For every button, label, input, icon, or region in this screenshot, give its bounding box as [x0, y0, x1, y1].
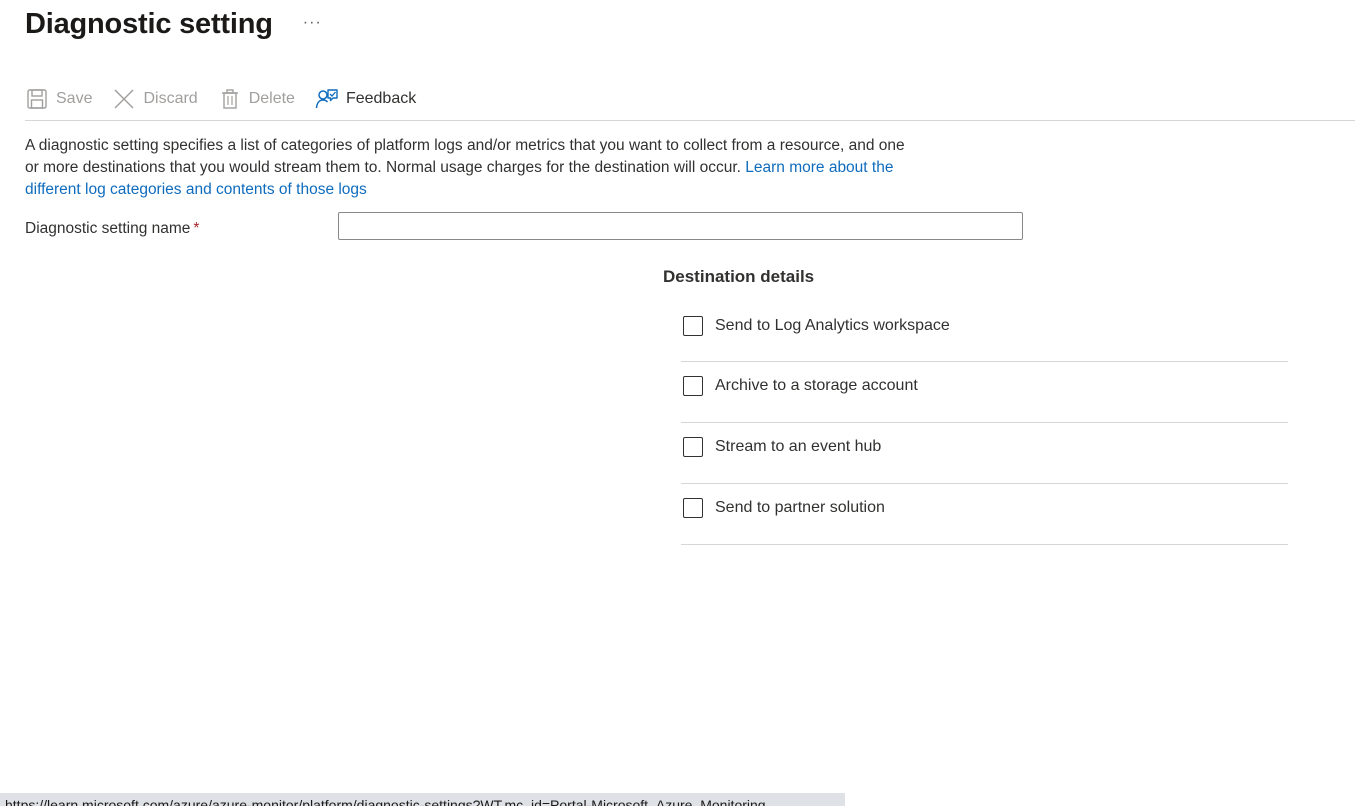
diagnostic-setting-name-input[interactable] — [338, 212, 1023, 240]
trash-icon — [218, 87, 242, 111]
name-label-text: Diagnostic setting name — [25, 220, 191, 237]
destination-list: Send to Log Analytics workspace Archive … — [681, 302, 1288, 545]
discard-button[interactable]: Discard — [112, 84, 198, 114]
close-icon — [112, 87, 136, 111]
destination-partner-solution[interactable]: Send to partner solution — [681, 484, 1288, 545]
destination-event-hub[interactable]: Stream to an event hub — [681, 423, 1288, 484]
destination-label: Stream to an event hub — [715, 438, 882, 455]
title-row: Diagnostic setting ··· — [25, 4, 322, 44]
delete-button[interactable]: Delete — [218, 84, 295, 114]
destination-label: Send to Log Analytics workspace — [715, 316, 950, 334]
save-icon — [25, 87, 49, 111]
page-title: Diagnostic setting — [25, 8, 273, 40]
event-hub-checkbox[interactable] — [683, 437, 703, 457]
log-analytics-checkbox[interactable] — [683, 315, 703, 336]
description-text: A diagnostic setting specifies a list of… — [25, 135, 905, 201]
feedback-button[interactable]: Feedback — [315, 84, 416, 114]
partner-solution-checkbox[interactable] — [683, 498, 703, 518]
diagnostic-setting-page: Diagnostic setting ··· Save Discard Dele… — [0, 0, 1355, 806]
destination-label: Archive to a storage account — [715, 377, 918, 394]
discard-label: Discard — [143, 90, 198, 107]
feedback-icon — [315, 87, 339, 111]
save-button[interactable]: Save — [25, 84, 92, 114]
destination-storage-account[interactable]: Archive to a storage account — [681, 362, 1288, 423]
storage-account-checkbox[interactable] — [683, 376, 703, 396]
save-label: Save — [56, 90, 93, 107]
required-marker: * — [193, 220, 200, 237]
diagnostic-setting-name-label: Diagnostic setting name * — [25, 218, 199, 240]
more-options-button[interactable]: ··· — [303, 3, 322, 43]
status-bar-url: https://learn.microsoft.com/azure/azure-… — [5, 797, 766, 806]
feedback-label: Feedback — [345, 90, 417, 107]
destination-log-analytics[interactable]: Send to Log Analytics workspace — [681, 302, 1288, 362]
delete-label: Delete — [248, 90, 295, 107]
command-bar: Save Discard Delete Feedback — [25, 84, 1355, 121]
browser-status-bar: https://learn.microsoft.com/azure/azure-… — [0, 793, 845, 806]
destination-label: Send to partner solution — [715, 499, 885, 516]
destination-details-heading: Destination details — [663, 267, 815, 286]
